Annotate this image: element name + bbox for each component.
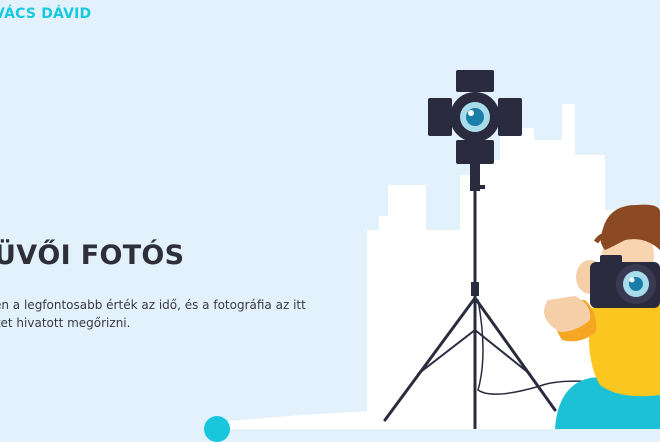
scroll-indicator-dot[interactable] — [204, 416, 230, 442]
photographer-illustration — [220, 70, 660, 429]
